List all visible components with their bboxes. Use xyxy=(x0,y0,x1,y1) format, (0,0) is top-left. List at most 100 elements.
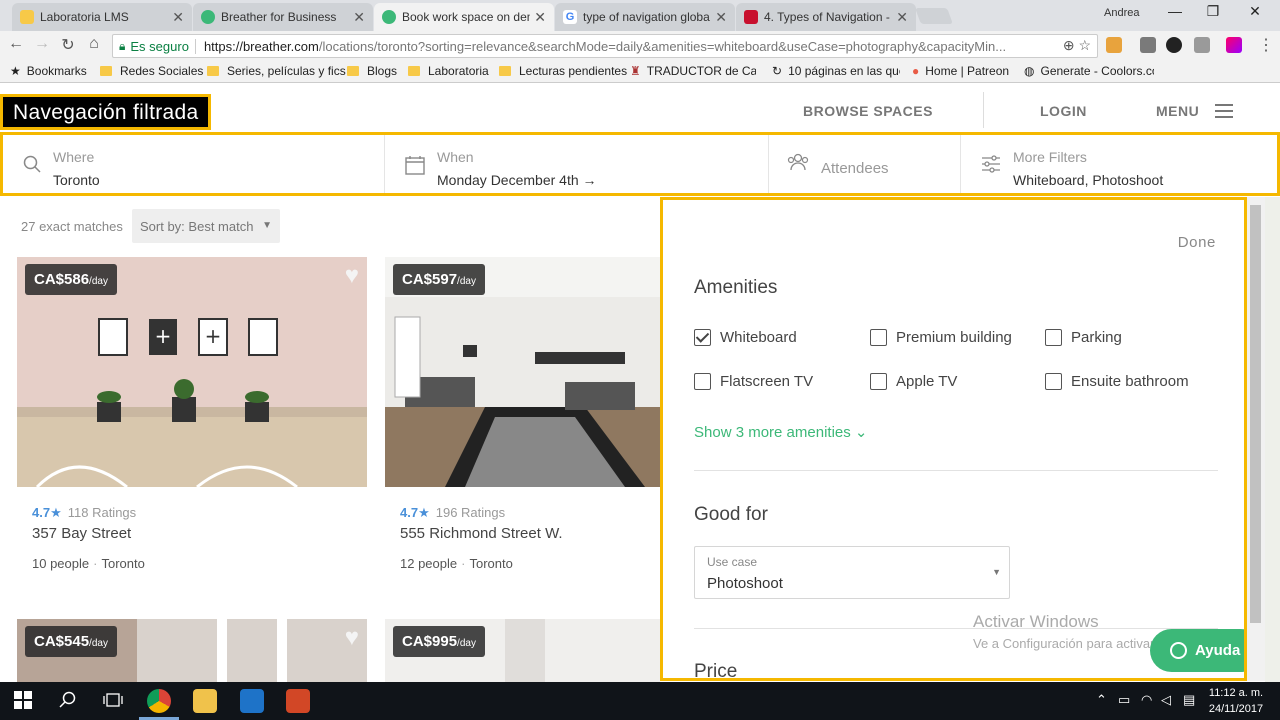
menu-link[interactable]: MENU xyxy=(1156,103,1199,119)
amenity-apple-tv-checkbox[interactable]: Apple TV xyxy=(870,373,957,390)
more-filters-label: More Filters xyxy=(1013,149,1087,165)
use-case-value: Photoshoot xyxy=(707,575,783,592)
extension-icon[interactable] xyxy=(1106,37,1122,53)
bookmark-star-icon[interactable]: ⊕ ☆ xyxy=(1063,37,1091,54)
tab-book-workspace[interactable]: Book work space on dem ✕ xyxy=(374,3,554,31)
amenity-flatscreen-tv-checkbox[interactable]: Flatscreen TV xyxy=(694,373,813,390)
minimize-icon[interactable]: — xyxy=(1160,3,1190,19)
divider xyxy=(694,470,1218,471)
restore-icon[interactable]: ❐ xyxy=(1198,3,1228,20)
price-badge: CA$545/day xyxy=(25,626,117,657)
page-scrollbar[interactable] xyxy=(1247,197,1265,681)
bookmark-item[interactable]: ◍ Generate - Coolors.co xyxy=(1024,64,1154,78)
help-button[interactable]: Ayuda xyxy=(1150,629,1244,672)
sort-value: Best match xyxy=(188,219,254,234)
windows-start-icon[interactable] xyxy=(12,691,34,714)
star-icon: ★ xyxy=(10,64,21,78)
tab-types-navigation[interactable]: 4. Types of Navigation - I ✕ xyxy=(736,3,916,31)
breather-favicon-icon xyxy=(382,10,396,24)
address-bar[interactable]: 🔒︎ Es seguro https://breather.com /locat… xyxy=(112,34,1098,58)
listing-address[interactable]: 357 Bay Street xyxy=(32,525,367,542)
wifi-icon[interactable]: ◠ xyxy=(1141,692,1152,708)
more-filters[interactable]: More Filters Whiteboard, Photoshoot xyxy=(961,135,1277,193)
close-window-icon[interactable]: ✕ xyxy=(1240,3,1270,20)
where-filter[interactable]: Where Toronto xyxy=(3,135,385,193)
hamburger-icon[interactable] xyxy=(1215,104,1233,122)
done-button[interactable]: Done xyxy=(1178,234,1216,251)
new-tab-button[interactable] xyxy=(915,8,953,24)
tab-close-icon[interactable]: ✕ xyxy=(172,9,184,26)
bookmark-item[interactable]: Laboratoria xyxy=(408,64,489,78)
bookmark-item[interactable]: ♜ TRADUCTOR de Cam xyxy=(630,64,756,78)
sort-dropdown[interactable]: Sort by: Best match ▼ xyxy=(132,209,280,243)
extension-icon[interactable] xyxy=(1166,37,1182,53)
listing-card[interactable]: + + CA$586/day ♥ 4.7★ 118 Ratings 357 Bay… xyxy=(17,257,367,571)
chrome-menu-icon[interactable]: ⋮ xyxy=(1256,35,1276,55)
svg-text:+: + xyxy=(155,324,172,348)
heart-icon[interactable]: ♥ xyxy=(345,262,359,290)
back-icon[interactable]: ← xyxy=(6,35,26,53)
file-explorer-icon[interactable] xyxy=(193,689,217,713)
tab-google-search[interactable]: G type of navigation globa ✕ xyxy=(555,3,735,31)
bookmark-item[interactable]: Series, películas y fics xyxy=(207,64,346,78)
login-link[interactable]: LOGIN xyxy=(1040,103,1087,119)
tab-breather-business[interactable]: Breather for Business ✕ xyxy=(193,3,373,31)
amenity-parking-checkbox[interactable]: Parking xyxy=(1045,329,1122,346)
listing-card[interactable]: CA$545/day ♥ xyxy=(17,619,367,682)
amenity-premium-building-checkbox[interactable]: Premium building xyxy=(870,329,1012,346)
heart-icon[interactable]: ♥ xyxy=(345,624,359,652)
star-icon: ★ xyxy=(418,505,430,520)
profile-name[interactable]: Andrea xyxy=(1104,7,1139,19)
bookmark-item[interactable]: Lecturas pendientes xyxy=(499,64,627,78)
camera-extension-icon[interactable] xyxy=(1194,37,1210,53)
tab-close-icon[interactable]: ✕ xyxy=(896,9,908,26)
tab-strip: Laboratoria LMS ✕ Breather for Business … xyxy=(0,0,1280,31)
bookmark-item[interactable]: Blogs xyxy=(347,64,397,78)
extension-icon[interactable] xyxy=(1226,37,1242,53)
checkbox-icon xyxy=(870,373,887,390)
listing-address[interactable]: 555 Richmond Street W. xyxy=(400,525,660,542)
task-view-icon[interactable] xyxy=(102,691,124,714)
listing-photo[interactable]: + + CA$586/day ♥ xyxy=(17,257,367,487)
tray-chevron-icon[interactable]: ⌃ xyxy=(1096,692,1107,708)
listing-card[interactable]: CA$995/day xyxy=(385,619,660,682)
amenity-ensuite-bathroom-checkbox[interactable]: Ensuite bathroom xyxy=(1045,373,1189,390)
notifications-icon[interactable]: ▤ xyxy=(1183,692,1195,708)
amenity-whiteboard-checkbox[interactable]: Whiteboard xyxy=(694,329,797,346)
tab-close-icon[interactable]: ✕ xyxy=(715,9,727,26)
use-case-select[interactable]: Use case Photoshoot ▼ xyxy=(694,546,1010,599)
volume-icon[interactable]: ◁ xyxy=(1161,692,1171,708)
attendees-filter[interactable]: Attendees xyxy=(769,135,961,193)
battery-icon[interactable]: ▭ xyxy=(1118,692,1130,708)
reload-icon[interactable]: ↻ xyxy=(58,35,78,55)
bookmark-item[interactable]: ★ Bookmarks xyxy=(10,64,87,78)
listing-card[interactable]: CA$597/day 4.7★ 196 Ratings 555 Richmond … xyxy=(385,257,660,571)
listing-photo[interactable]: CA$995/day xyxy=(385,619,660,682)
tab-laboratoria[interactable]: Laboratoria LMS ✕ xyxy=(12,3,192,31)
refresh-icon: ↻ xyxy=(772,64,783,78)
listing-photo[interactable]: CA$597/day xyxy=(385,257,660,487)
when-filter[interactable]: When Monday December 4th → xyxy=(385,135,769,193)
show-more-amenities-link[interactable]: Show 3 more amenities ⌄ xyxy=(694,423,867,441)
tab-title: Laboratoria LMS xyxy=(40,10,129,24)
forward-icon[interactable]: → xyxy=(32,35,52,53)
listing-photo[interactable]: CA$545/day ♥ xyxy=(17,619,367,682)
tab-title: Breather for Business xyxy=(221,10,337,24)
vscode-icon[interactable] xyxy=(240,689,264,713)
bookmark-item[interactable]: ↻ 10 páginas en las que xyxy=(772,64,900,78)
tab-close-icon[interactable]: ✕ xyxy=(353,9,365,26)
browse-spaces-link[interactable]: BROWSE SPACES xyxy=(803,103,933,119)
rating-row: 4.7★ 118 Ratings xyxy=(32,505,137,520)
powerpoint-icon[interactable] xyxy=(286,689,310,713)
checkbox-icon xyxy=(694,373,711,390)
extension-icon[interactable] xyxy=(1140,37,1156,53)
bookmark-item[interactable]: Redes Sociales xyxy=(100,64,203,78)
people-icon xyxy=(787,153,809,176)
tab-close-icon[interactable]: ✕ xyxy=(534,9,546,26)
search-icon[interactable] xyxy=(57,691,79,714)
bookmark-item[interactable]: ● Home | Patreon xyxy=(912,64,1009,78)
scrollbar-thumb[interactable] xyxy=(1250,205,1261,623)
home-icon[interactable]: ⌂ xyxy=(84,35,104,53)
chrome-app-icon[interactable] xyxy=(147,689,171,713)
taskbar-clock[interactable]: 11:12 a. m. 24/11/2017 xyxy=(1200,685,1272,717)
